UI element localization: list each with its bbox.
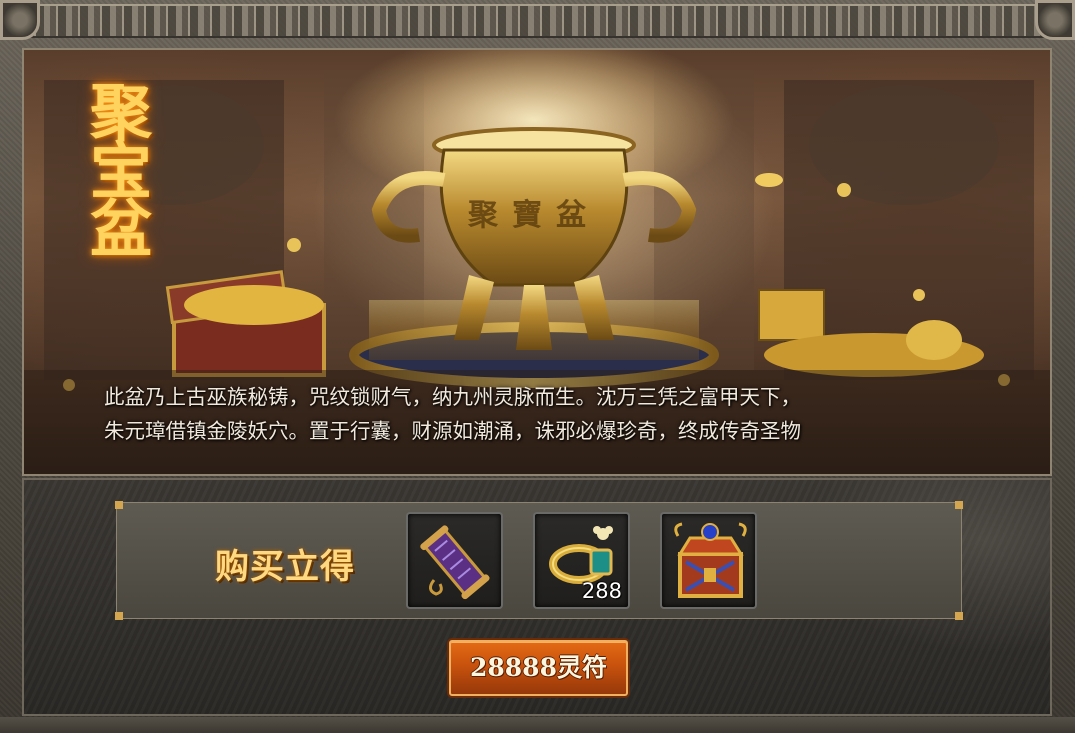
buy-button[interactable]: 28888灵符 (449, 640, 628, 696)
corner-nub (115, 501, 123, 509)
reward-box: 购买立得 288 (115, 501, 963, 620)
reward-label: 购买立得 (215, 547, 355, 587)
window-frame: 聚寶盆 聚宝盆 此盆乃上古巫族秘铸，咒纹锁财气，纳九州灵脉而生。沈万三凭之富甲天… (0, 0, 1075, 733)
scroll-icon (420, 525, 490, 600)
corner-ornament-right (1035, 0, 1075, 40)
cauldron-inscription: 聚寶盆 (468, 198, 600, 233)
top-ornament (22, 4, 1053, 38)
corner-nub (955, 501, 963, 509)
reward-slot-chest[interactable] (660, 512, 757, 609)
purchase-panel: 购买立得 288 28888灵符 (22, 478, 1052, 716)
treasure-chest-icon (674, 522, 747, 598)
corner-nub (955, 612, 963, 620)
treasure-bowl-banner: 聚寶盆 聚宝盆 此盆乃上古巫族秘铸，咒纹锁财气，纳九州灵脉而生。沈万三凭之富甲天… (22, 48, 1052, 476)
corner-ornament-left (0, 0, 40, 40)
corner-nub (115, 612, 123, 620)
description-line: 朱元璋借镇金陵妖穴。置于行囊，财源如潮涌，诛邪必爆珍奇，终成传奇圣物 (104, 419, 801, 443)
bottom-edge (0, 717, 1075, 733)
reward-slot-bracelet[interactable]: 288 (533, 512, 630, 609)
banner-title: 聚宝盆 (79, 80, 152, 254)
reward-slot-scroll[interactable] (406, 512, 503, 609)
banner-description: 此盆乃上古巫族秘铸，咒纹锁财气，纳九州灵脉而生。沈万三凭之富甲天下， 朱元璋借镇… (104, 380, 1004, 448)
item-count: 288 (581, 579, 622, 603)
description-line: 此盆乃上古巫族秘铸，咒纹锁财气，纳九州灵脉而生。沈万三凭之富甲天下， (104, 385, 801, 409)
